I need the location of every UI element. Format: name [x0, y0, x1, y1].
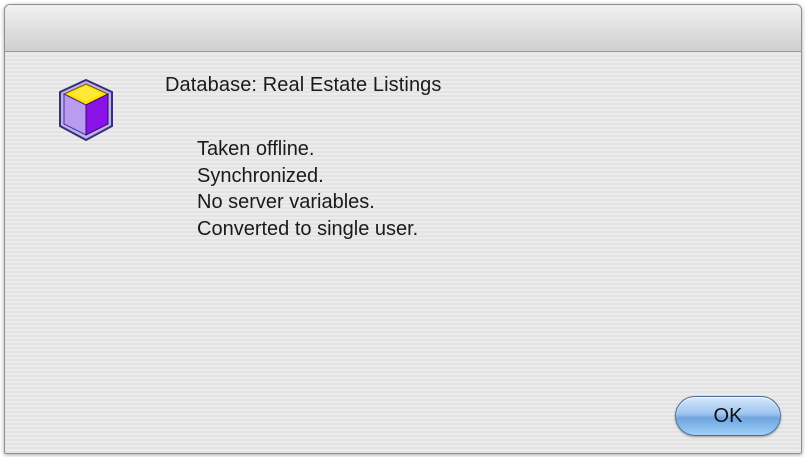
ok-button[interactable]: OK — [675, 396, 781, 436]
message-line: Taken offline. — [197, 138, 315, 160]
message-line: Converted to single user. — [197, 217, 419, 240]
dialog-title: Database: Real Estate Listings — [165, 74, 442, 96]
message-line: Synchronized. — [197, 164, 324, 187]
dialog-titlebar — [5, 5, 801, 52]
message-line: No server variables. — [197, 191, 375, 213]
alert-dialog: Database: Real Estate Listings Taken off… — [4, 4, 802, 454]
database-cube-icon — [59, 78, 113, 142]
dialog-message: Taken offline. Synchronized. No server v… — [197, 136, 418, 242]
